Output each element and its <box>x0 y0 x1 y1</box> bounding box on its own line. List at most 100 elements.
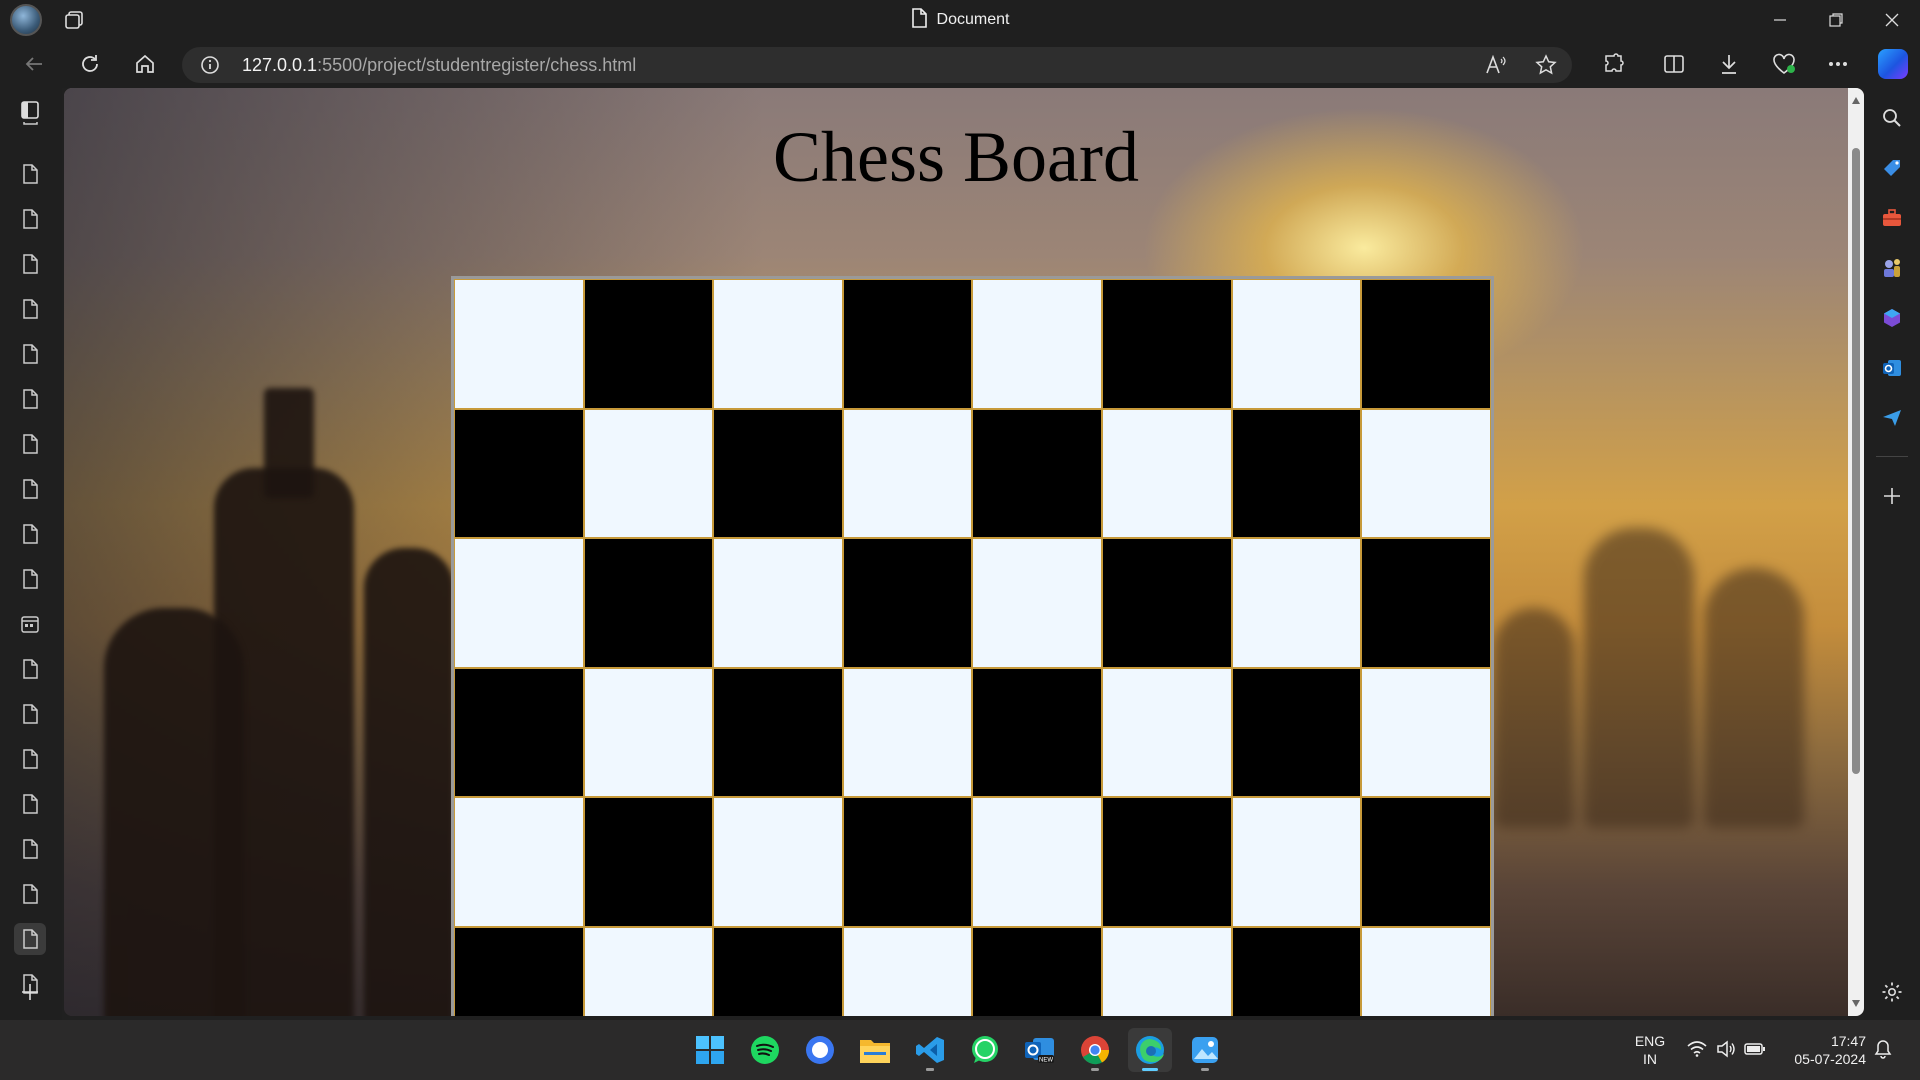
board-square <box>842 667 973 797</box>
tab-page-icon[interactable] <box>14 518 46 550</box>
tab-page-icon[interactable] <box>14 698 46 730</box>
language-indicator[interactable]: ENG IN <box>1630 1032 1670 1068</box>
profile-avatar[interactable] <box>10 4 42 36</box>
shopping-tag-icon[interactable] <box>1878 154 1906 182</box>
read-aloud-icon[interactable] <box>1484 53 1508 77</box>
board-square <box>972 667 1102 797</box>
close-button[interactable] <box>1864 0 1920 40</box>
vertical-tabs-sidebar <box>0 88 62 1020</box>
background-piece <box>364 548 454 1016</box>
photos-icon[interactable] <box>1183 1028 1227 1072</box>
tab-page-icon[interactable] <box>14 203 46 235</box>
url-path: :5500/project/studentregister/chess.html <box>317 55 637 75</box>
board-square <box>1231 279 1362 409</box>
page-viewport: Chess Board <box>64 88 1864 1016</box>
address-bar[interactable]: 127.0.0.1:5500/project/studentregister/c… <box>182 47 1572 83</box>
vscode-icon[interactable] <box>908 1028 952 1072</box>
clock-date: 05-07-2024 <box>1794 1051 1866 1067</box>
whatsapp-icon[interactable] <box>963 1028 1007 1072</box>
wifi-icon[interactable] <box>1686 1038 1708 1060</box>
tab-page-icon[interactable] <box>14 293 46 325</box>
board-square <box>1101 538 1232 668</box>
board-square <box>713 926 843 1016</box>
edge-icon[interactable] <box>1128 1028 1172 1072</box>
home-icon[interactable] <box>127 48 163 80</box>
scroll-up-icon[interactable] <box>1851 96 1861 106</box>
restore-button[interactable] <box>1808 0 1864 40</box>
board-square <box>583 408 714 538</box>
tab-page-icon[interactable] <box>14 248 46 280</box>
board-square <box>583 926 714 1016</box>
board-square <box>1231 926 1362 1016</box>
tab-page-icon[interactable] <box>14 923 46 955</box>
games-icon[interactable] <box>1878 254 1906 282</box>
workspaces-icon[interactable] <box>62 8 86 32</box>
vertical-scrollbar[interactable] <box>1848 88 1864 1016</box>
board-square <box>972 279 1102 409</box>
outlook-new-icon[interactable]: NEW <box>1018 1028 1062 1072</box>
board-square <box>1101 926 1232 1016</box>
site-info-icon[interactable] <box>200 55 220 75</box>
tab-page-icon[interactable] <box>14 122 46 134</box>
browser-essentials-icon[interactable] <box>1768 48 1800 80</box>
volume-icon[interactable] <box>1715 1038 1737 1060</box>
search-icon[interactable] <box>1878 104 1906 132</box>
microsoft-365-icon[interactable] <box>1878 304 1906 332</box>
downloads-icon[interactable] <box>1713 48 1745 80</box>
url-text[interactable]: 127.0.0.1:5500/project/studentregister/c… <box>242 47 636 83</box>
scrollbar-thumb[interactable] <box>1852 148 1860 774</box>
battery-icon[interactable] <box>1744 1038 1766 1060</box>
background-king-top <box>264 388 314 498</box>
tab-page-icon[interactable] <box>14 833 46 865</box>
system-clock[interactable]: 17:47 05-07-2024 <box>1782 1032 1866 1068</box>
board-square <box>713 408 843 538</box>
notifications-bell-icon[interactable] <box>1872 1038 1894 1060</box>
tab-page-icon[interactable] <box>14 743 46 775</box>
copilot-icon[interactable] <box>1878 49 1908 79</box>
tab-page-icon[interactable] <box>14 563 46 595</box>
favorite-star-icon[interactable] <box>1534 53 1558 77</box>
tab-page-icon[interactable] <box>14 338 46 370</box>
board-square <box>972 408 1102 538</box>
sidebar-settings-gear-icon[interactable] <box>1878 978 1906 1006</box>
file-explorer-icon[interactable] <box>853 1028 897 1072</box>
board-square <box>454 926 584 1016</box>
board-square <box>972 926 1102 1016</box>
more-options-icon[interactable] <box>1822 48 1854 80</box>
refresh-icon[interactable] <box>72 48 108 80</box>
signal-icon[interactable] <box>798 1028 842 1072</box>
chrome-icon[interactable] <box>1073 1028 1117 1072</box>
tab-page-icon[interactable] <box>14 653 46 685</box>
scroll-down-icon[interactable] <box>1851 998 1861 1008</box>
toolbox-icon[interactable] <box>1878 204 1906 232</box>
new-tab-plus-icon[interactable] <box>14 976 46 1008</box>
board-square <box>454 667 584 797</box>
board-square <box>972 797 1102 927</box>
tab-page-icon[interactable] <box>14 788 46 820</box>
board-square <box>713 797 843 927</box>
tab-page-icon[interactable] <box>14 158 46 190</box>
minimize-button[interactable] <box>1752 0 1808 40</box>
spotify-icon[interactable] <box>743 1028 787 1072</box>
tab-page-icon[interactable] <box>14 878 46 910</box>
board-square <box>454 538 584 668</box>
board-square <box>1361 797 1491 927</box>
outlook-icon[interactable] <box>1878 354 1906 382</box>
back-icon[interactable] <box>16 48 52 80</box>
tab-page-icon[interactable] <box>14 428 46 460</box>
windows-taskbar: NEW ENG IN 17:47 05-07-2024 <box>0 1020 1920 1080</box>
tab-page-icon[interactable] <box>14 383 46 415</box>
sidebar-divider <box>1876 456 1908 457</box>
board-square <box>1231 797 1362 927</box>
board-square <box>454 797 584 927</box>
send-icon[interactable] <box>1878 404 1906 432</box>
tab-calendar-page-icon[interactable] <box>14 608 46 640</box>
add-sidebar-app-plus-icon[interactable] <box>1878 482 1906 510</box>
board-square <box>972 538 1102 668</box>
tab-page-icon[interactable] <box>14 473 46 505</box>
board-square <box>454 408 584 538</box>
split-screen-icon[interactable] <box>1658 48 1690 80</box>
board-square <box>583 538 714 668</box>
extensions-icon[interactable] <box>1598 48 1630 80</box>
windows-start-icon[interactable] <box>688 1028 732 1072</box>
